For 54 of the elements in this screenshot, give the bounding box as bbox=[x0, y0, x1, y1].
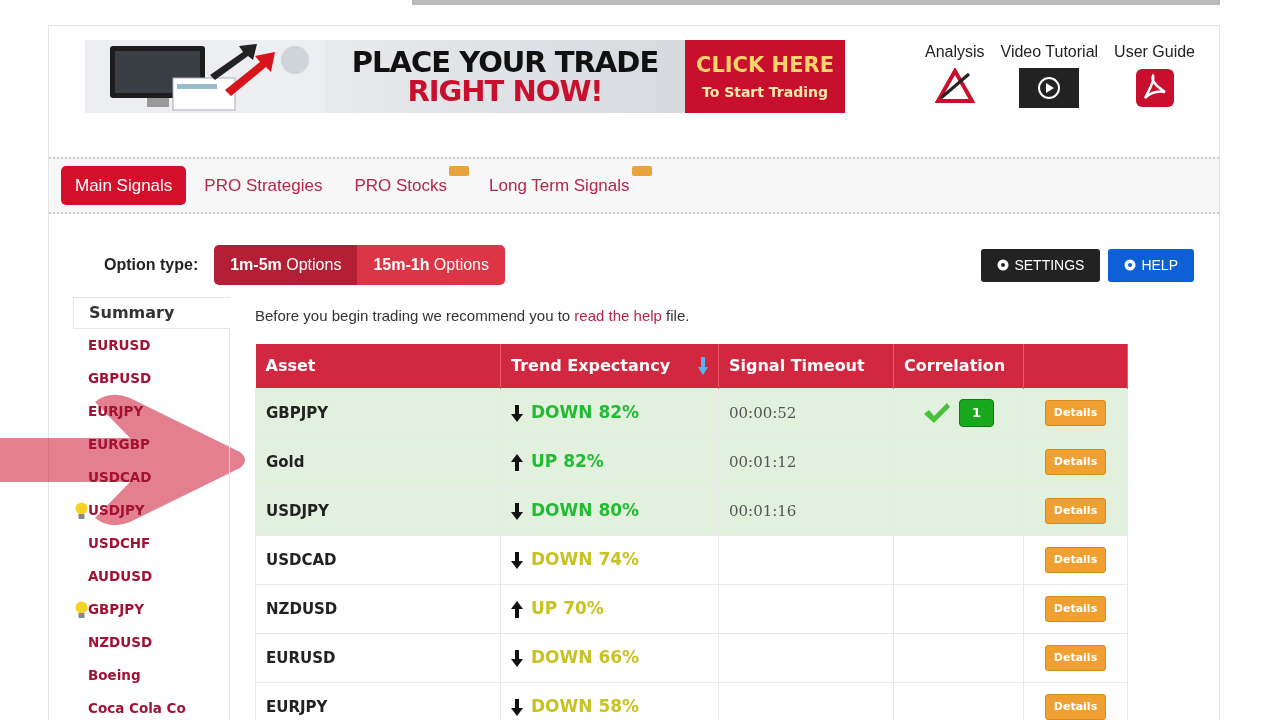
settings-icon bbox=[997, 258, 1010, 271]
column-header: Trend Expectancy bbox=[500, 343, 719, 389]
sidebar-item[interactable]: GBPJPY bbox=[73, 593, 229, 626]
trend-value: DOWN 82% bbox=[531, 401, 640, 425]
column-header: Signal Timeout bbox=[718, 343, 894, 389]
intro-text: Before you begin trading we recommend you to read the help file. bbox=[255, 306, 691, 326]
sidebar-item[interactable]: EURUSD bbox=[73, 329, 229, 362]
checkmark-icon bbox=[922, 402, 951, 424]
resource-link[interactable]: Analysis bbox=[924, 40, 985, 64]
option-toggle[interactable]: 1m-5m Options bbox=[214, 245, 358, 285]
table-cell: Gold bbox=[255, 437, 501, 487]
sidebar-item[interactable]: Coca Cola Co bbox=[73, 692, 229, 720]
help-icon bbox=[1124, 258, 1137, 271]
column-header: Correlation bbox=[893, 343, 1024, 389]
option-toggle[interactable]: 15m-1h Options bbox=[357, 245, 505, 285]
settings-button[interactable]: SETTINGS bbox=[981, 248, 1101, 282]
table-cell: 00:01:12 bbox=[718, 437, 894, 487]
nav-tab[interactable]: Main Signals bbox=[61, 165, 187, 206]
start-trading-button[interactable]: CLICK HERE To Start Trading bbox=[685, 40, 845, 113]
sidebar-item[interactable]: AUDUSD bbox=[73, 560, 229, 593]
correlation-count: 1 bbox=[958, 399, 994, 427]
sidebar-tab[interactable]: Summary bbox=[73, 297, 230, 329]
pdf-icon[interactable] bbox=[1134, 68, 1175, 108]
table-cell: EURUSD bbox=[255, 633, 501, 683]
chart-logo-icon[interactable] bbox=[934, 68, 975, 104]
table-cell: 00:01:16 bbox=[718, 486, 894, 536]
table-cell: GBPJPY bbox=[255, 388, 501, 438]
nav-tab[interactable]: PRO Stocks bbox=[340, 165, 472, 206]
trend-value: DOWN 74% bbox=[531, 548, 640, 572]
table-cell: USDCAD bbox=[255, 535, 501, 585]
help-link[interactable]: read the help bbox=[574, 307, 662, 324]
banner-headline: PLACE YOUR TRADE bbox=[350, 47, 660, 77]
nav-tab[interactable]: PRO Strategies bbox=[190, 165, 337, 206]
sidebar-item[interactable]: Boeing bbox=[73, 659, 229, 692]
trend-value: DOWN 58% bbox=[531, 695, 640, 719]
trend-value: UP 70% bbox=[531, 597, 604, 621]
sidebar-item[interactable]: GBPUSD bbox=[73, 362, 229, 395]
resource-link[interactable]: Video Tutorial bbox=[1000, 40, 1099, 64]
table-cell: USDJPY bbox=[255, 486, 501, 536]
table-cell: 00:00:52 bbox=[718, 388, 894, 438]
resource-link[interactable]: User Guide bbox=[1114, 40, 1195, 64]
trend-value: DOWN 80% bbox=[531, 499, 640, 523]
sidebar-item[interactable]: NZDUSD bbox=[73, 626, 229, 659]
sidebar-item[interactable]: USDCHF bbox=[73, 527, 229, 560]
table-cell: EURJPY bbox=[255, 682, 501, 720]
option-type-label: Option type: bbox=[104, 255, 199, 275]
trend-value: DOWN 66% bbox=[531, 646, 640, 670]
nav-tab[interactable]: Long Term Signals bbox=[475, 165, 654, 206]
play-icon[interactable] bbox=[1019, 68, 1080, 108]
help-button[interactable]: HELP bbox=[1108, 248, 1194, 282]
trend-value: UP 82% bbox=[531, 450, 604, 474]
column-header: Asset bbox=[255, 343, 501, 389]
table-cell: NZDUSD bbox=[255, 584, 501, 634]
banner-headline: RIGHT NOW! bbox=[406, 76, 604, 106]
